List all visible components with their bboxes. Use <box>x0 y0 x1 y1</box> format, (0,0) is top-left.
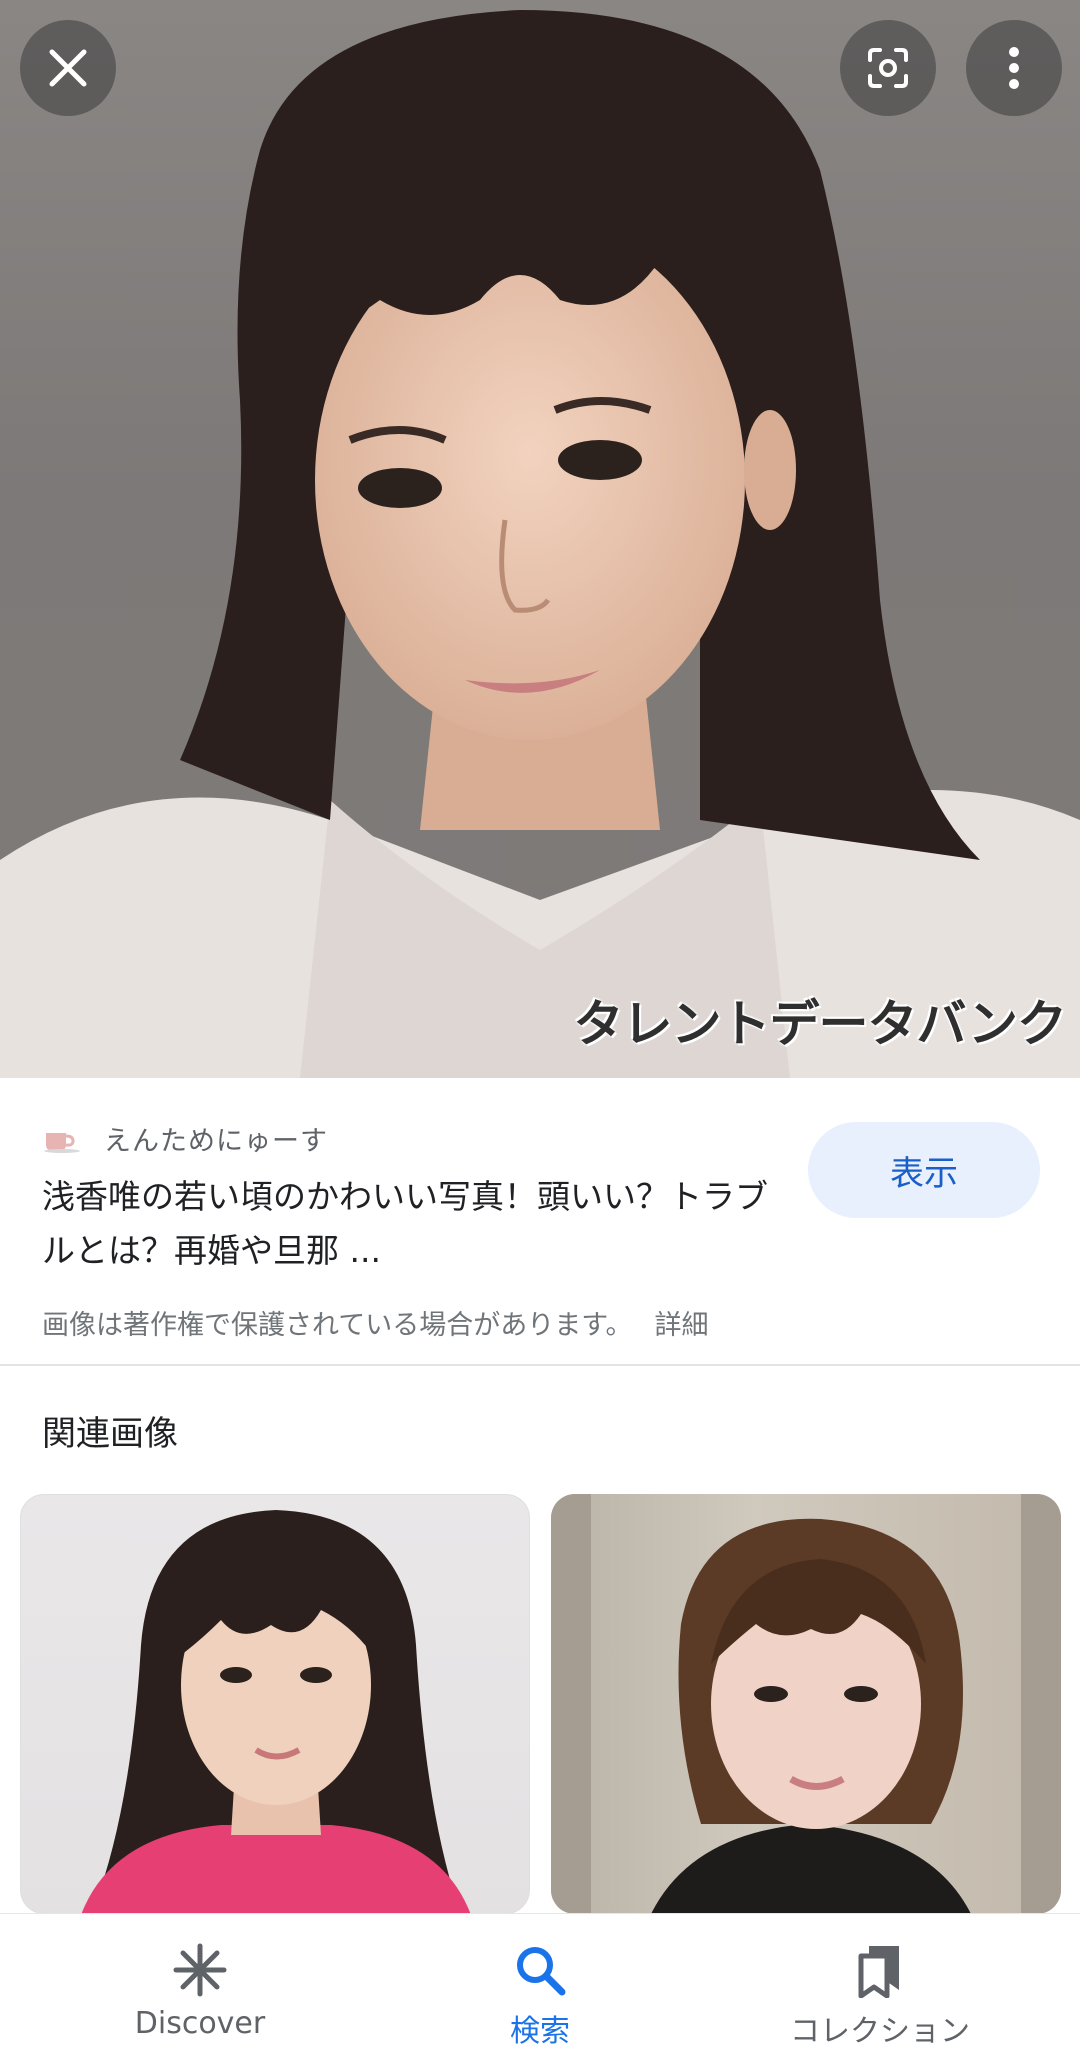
more-vert-icon <box>1009 47 1019 89</box>
divider <box>0 1364 1080 1366</box>
source-site-name: えんためにゅーす <box>104 1125 328 1157</box>
nav-search-label: 検索 <box>510 2014 570 2049</box>
lens-button[interactable] <box>840 20 936 116</box>
related-image-1-illustration <box>81 1510 471 1913</box>
source-site[interactable]: えんためにゅーす <box>42 1118 328 1158</box>
related-image-2[interactable] <box>551 1494 1061 1914</box>
collections-bookmark-icon <box>858 1946 899 1998</box>
related-image-2-illustration <box>551 1494 1061 1914</box>
copyright-detail-link[interactable]: 詳細 <box>655 1303 709 1342</box>
close-icon <box>49 49 87 87</box>
bottom-navigation: Discover 検索 コレクション <box>0 1913 1080 2059</box>
nav-collections-label: コレクション <box>790 2014 970 2049</box>
copyright-notice: 画像は著作権で保護されている場合があります。 詳細 <box>42 1300 709 1344</box>
search-icon <box>517 1947 566 1996</box>
portrait-illustration <box>0 10 1080 1078</box>
related-image-1[interactable] <box>20 1494 530 1914</box>
image-viewer-screen: タレントデータバンク えんためにゅーす 浅香唯の若い頃のかわいい写真！頭いい？ト… <box>0 0 1080 2059</box>
site-favicon-icon <box>44 1133 80 1153</box>
lens-icon <box>868 48 908 88</box>
close-button[interactable] <box>20 20 116 116</box>
copyright-text: 画像は著作権で保護されている場合があります。 <box>42 1309 633 1341</box>
nav-collections[interactable]: コレクション <box>760 1914 1000 2059</box>
more-options-button[interactable] <box>966 20 1062 116</box>
page-title-link[interactable]: 浅香唯の若い頃のかわいい写真！頭いい？トラブルとは？再婚や旦那 ... <box>42 1170 782 1278</box>
nav-discover[interactable]: Discover <box>100 1914 300 2059</box>
discover-asterisk-icon <box>173 1943 227 1997</box>
main-image[interactable]: タレントデータバンク <box>0 0 1080 1078</box>
nav-search[interactable]: 検索 <box>440 1914 640 2059</box>
view-button[interactable]: 表示 <box>808 1122 1040 1218</box>
image-watermark: タレントデータバンク <box>573 995 1067 1053</box>
related-images-heading: 関連画像 <box>42 1414 178 1454</box>
nav-discover-label: Discover <box>134 2006 266 2041</box>
